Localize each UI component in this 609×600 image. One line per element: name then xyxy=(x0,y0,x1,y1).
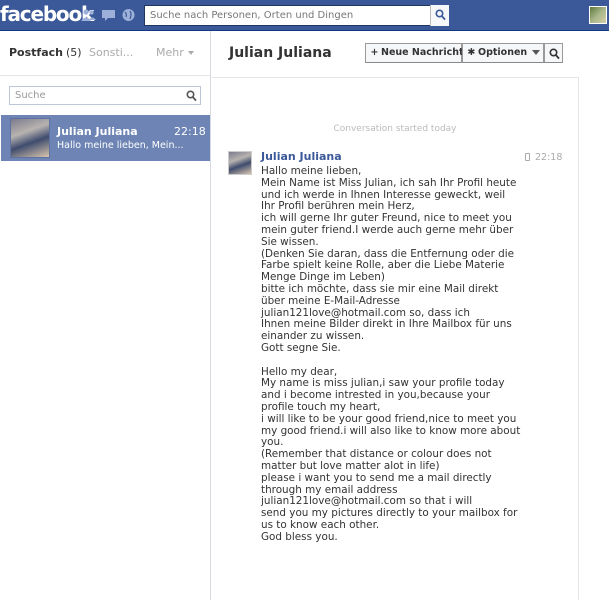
search-icon xyxy=(549,48,560,60)
chevron-down-icon xyxy=(532,50,541,55)
thread-search-placeholder: Suche xyxy=(15,90,46,101)
more-label: Mehr xyxy=(156,46,184,59)
thread-snippet: Hallo meine lieben, Mein... xyxy=(57,140,184,151)
thread-item-selected[interactable]: Julian Juliana 22:18 Hallo meine lieben,… xyxy=(1,115,210,161)
options-label: Optionen xyxy=(478,47,528,58)
message-time: 22:18 xyxy=(525,152,562,163)
thread-sender-name: Julian Juliana xyxy=(57,125,138,138)
tab-other[interactable]: Sonsti... xyxy=(89,46,133,59)
facebook-logo[interactable]: facebook xyxy=(0,2,94,26)
top-bar: facebook Suche nach Personen, Orten und … xyxy=(0,0,609,31)
friend-requests-icon[interactable] xyxy=(81,8,96,22)
tab-more[interactable]: Mehr xyxy=(156,46,194,59)
global-search-button[interactable] xyxy=(430,5,449,26)
options-button[interactable]: ✱ Optionen xyxy=(462,43,544,63)
chevron-down-icon xyxy=(187,51,194,55)
thread-time: 22:18 xyxy=(174,125,206,138)
divider xyxy=(212,77,578,78)
tab-inbox[interactable]: Postfach xyxy=(9,46,63,59)
message-time-text: 22:18 xyxy=(535,152,563,163)
new-message-button[interactable]: + Neue Nachricht xyxy=(365,43,464,63)
gear-icon: ✱ xyxy=(467,47,476,58)
thread-search-input[interactable]: Suche xyxy=(9,86,201,105)
message-sender-name[interactable]: Julian Juliana xyxy=(261,150,342,163)
new-message-label: Neue Nachricht xyxy=(381,47,464,58)
conversation-title: Julian Juliana xyxy=(229,45,332,61)
divider xyxy=(578,77,579,600)
plus-icon: + xyxy=(370,47,379,58)
search-placeholder: Suche nach Personen, Orten und Dingen xyxy=(150,10,354,21)
conversation-started-label: Conversation started today xyxy=(333,124,457,134)
notifications-globe-icon[interactable] xyxy=(121,8,136,22)
folder-tabs: Postfach (5) Sonsti... Mehr xyxy=(9,46,199,62)
search-icon[interactable] xyxy=(186,90,197,102)
global-search-input[interactable]: Suche nach Personen, Orten und Dingen xyxy=(144,5,449,26)
thread-avatar xyxy=(10,118,50,158)
message-body: Hallo meine lieben, Mein Name ist Miss J… xyxy=(261,165,521,543)
sender-avatar[interactable] xyxy=(228,151,252,175)
messages-icon[interactable] xyxy=(101,8,116,22)
profile-avatar[interactable] xyxy=(589,6,607,24)
thread-list-panel: Postfach (5) Sonsti... Mehr Suche Julian… xyxy=(0,31,211,600)
divider xyxy=(0,75,210,76)
search-icon xyxy=(435,9,446,21)
mobile-phone-icon xyxy=(525,153,530,161)
conversation-search-button[interactable] xyxy=(544,43,563,63)
inbox-count: (5) xyxy=(66,46,82,59)
